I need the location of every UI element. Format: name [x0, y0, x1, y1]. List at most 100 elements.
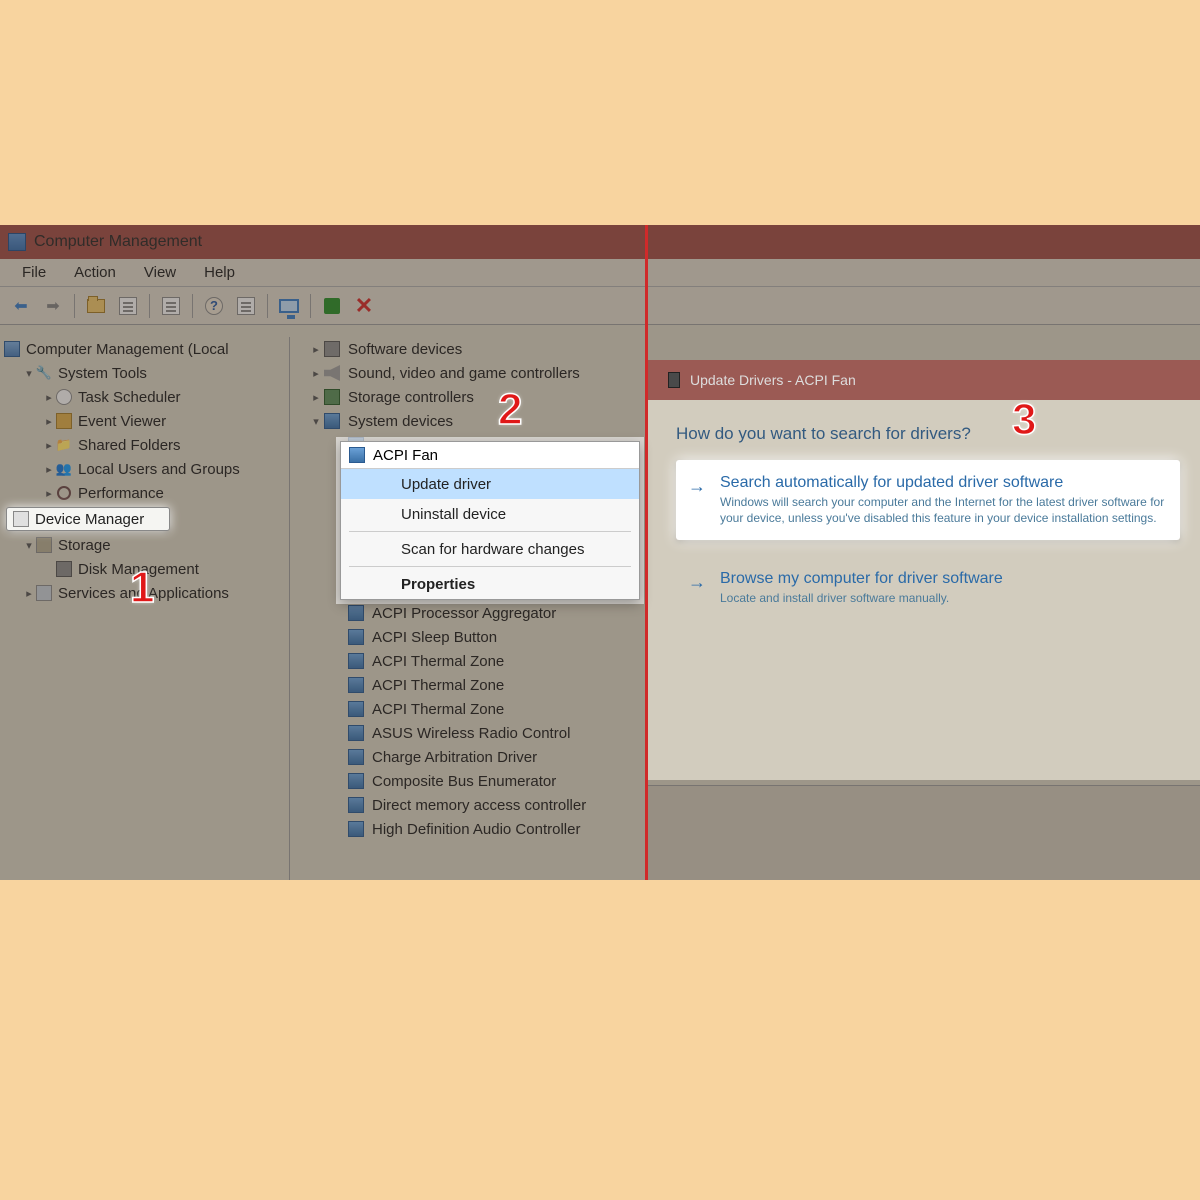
- tree-device-manager[interactable]: Device Manager: [6, 507, 170, 531]
- tree-local-users[interactable]: ▸ 👥 Local Users and Groups: [0, 457, 289, 481]
- device-item[interactable]: ACPI Thermal Zone: [290, 649, 645, 673]
- chip-icon: [324, 389, 340, 405]
- expand-icon: ▾: [22, 539, 36, 552]
- option-browse-computer[interactable]: → Browse my computer for driver software…: [676, 556, 1180, 620]
- performance-icon: [56, 485, 72, 501]
- arrow-icon: →: [688, 476, 706, 497]
- menu-action[interactable]: Action: [60, 264, 130, 281]
- category-label: System devices: [348, 413, 453, 430]
- option-description: Windows will search your computer and th…: [720, 494, 1166, 526]
- device-label: Direct memory access controller: [372, 797, 586, 814]
- tools-icon: 🔧: [36, 365, 52, 381]
- device-icon: [348, 701, 364, 717]
- window-button[interactable]: [233, 293, 259, 319]
- tree-label: Shared Folders: [78, 437, 181, 454]
- properties-button[interactable]: [115, 293, 141, 319]
- help-button[interactable]: ?: [201, 293, 227, 319]
- device-label: High Definition Audio Controller: [372, 821, 580, 838]
- device-item[interactable]: ACPI Thermal Zone: [290, 697, 645, 721]
- device-category-sound[interactable]: ▸ Sound, video and game controllers: [290, 361, 645, 385]
- tree-storage[interactable]: ▾ Storage: [0, 533, 289, 557]
- tree-root[interactable]: Computer Management (Local: [0, 337, 289, 361]
- device-item[interactable]: ASUS Wireless Radio Control: [290, 721, 645, 745]
- option-description: Locate and install driver software manua…: [720, 590, 1166, 606]
- device-category-system-devices[interactable]: ▾ System devices: [290, 409, 645, 433]
- update-driver-dialog-title: Update Drivers - ACPI Fan: [648, 360, 1200, 400]
- toolbar-separator: [267, 294, 268, 318]
- toolbar-separator: [310, 294, 311, 318]
- option-title: Browse my computer for driver software: [720, 570, 1166, 588]
- event-icon: [56, 413, 72, 429]
- tree-event-viewer[interactable]: ▸ Event Viewer: [0, 409, 289, 433]
- menu-view[interactable]: View: [130, 264, 190, 281]
- tree-system-tools[interactable]: ▾ 🔧 System Tools: [0, 361, 289, 385]
- toolbar: ⬅ ➡ ? ✕: [0, 287, 1200, 325]
- folder-icon: [87, 299, 105, 313]
- tree-label: Local Users and Groups: [78, 461, 240, 478]
- option-search-automatically[interactable]: → Search automatically for updated drive…: [676, 460, 1180, 540]
- expand-icon: ▸: [308, 391, 324, 404]
- tree-shared-folders[interactable]: ▸ 📁 Shared Folders: [0, 433, 289, 457]
- expand-icon: ▸: [308, 367, 324, 380]
- device-label: ACPI Processor Aggregator: [372, 605, 556, 622]
- device-item[interactable]: Composite Bus Enumerator: [290, 769, 645, 793]
- monitor-icon: [279, 299, 299, 313]
- tree-label: System Tools: [58, 365, 147, 382]
- device-category-storage-controllers[interactable]: ▸ Storage controllers: [290, 385, 645, 409]
- device-icon: [348, 605, 364, 621]
- device-icon: [348, 773, 364, 789]
- device-label: Charge Arbitration Driver: [372, 749, 537, 766]
- device-icon: [348, 749, 364, 765]
- ctx-scan-hardware[interactable]: Scan for hardware changes: [341, 534, 639, 564]
- menu-help[interactable]: Help: [190, 264, 249, 281]
- tree-task-scheduler[interactable]: ▸ Task Scheduler: [0, 385, 289, 409]
- toolbar-separator: [192, 294, 193, 318]
- device-item[interactable]: High Definition Audio Controller: [290, 817, 645, 841]
- ctx-label: Properties: [401, 576, 475, 593]
- device-label: ACPI Thermal Zone: [372, 701, 504, 718]
- tree-label: Task Scheduler: [78, 389, 181, 406]
- device-item[interactable]: ACPI Processor Aggregator: [290, 601, 645, 625]
- device-icon: [324, 341, 340, 357]
- device-icon: [348, 725, 364, 741]
- system-devices-icon: [324, 413, 340, 429]
- ctx-update-driver[interactable]: Update driver: [341, 469, 639, 499]
- ctx-properties[interactable]: Properties: [341, 569, 639, 599]
- device-item[interactable]: Charge Arbitration Driver: [290, 745, 645, 769]
- device-list-pane: ▸ Software devices ▸ Sound, video and ga…: [290, 337, 645, 880]
- annotation-step-1: 1: [130, 563, 154, 613]
- back-button[interactable]: ⬅: [8, 293, 34, 319]
- annotation-step-3: 3: [1012, 395, 1036, 445]
- selected-device-row[interactable]: ACPI Fan: [341, 442, 639, 468]
- disk-icon: [56, 561, 72, 577]
- device-item[interactable]: Direct memory access controller: [290, 793, 645, 817]
- ctx-uninstall-device[interactable]: Uninstall device: [341, 499, 639, 529]
- device-label: ASUS Wireless Radio Control: [372, 725, 570, 742]
- device-manager-icon: [13, 511, 29, 527]
- enable-icon: [324, 298, 340, 314]
- arrow-icon: →: [688, 572, 706, 593]
- properties-icon: [119, 297, 137, 315]
- menu-file[interactable]: File: [8, 264, 60, 281]
- device-item[interactable]: ACPI Thermal Zone: [290, 673, 645, 697]
- ctx-separator: [349, 531, 631, 532]
- selected-device-label: ACPI Fan: [373, 447, 438, 464]
- up-folder-button[interactable]: [83, 293, 109, 319]
- forward-button[interactable]: ➡: [40, 293, 66, 319]
- device-icon: [348, 797, 364, 813]
- window-icon: [237, 297, 255, 315]
- clock-icon: [56, 389, 72, 405]
- scan-hardware-button[interactable]: [276, 293, 302, 319]
- view-button[interactable]: [158, 293, 184, 319]
- enable-device-button[interactable]: [319, 293, 345, 319]
- dialog-icon: [668, 372, 680, 388]
- toolbar-separator: [74, 294, 75, 318]
- device-category-software[interactable]: ▸ Software devices: [290, 337, 645, 361]
- device-item[interactable]: ACPI Sleep Button: [290, 625, 645, 649]
- users-icon: 👥: [56, 461, 72, 477]
- device-icon: [348, 677, 364, 693]
- tree-performance[interactable]: ▸ Performance: [0, 481, 289, 505]
- help-icon: ?: [205, 297, 223, 315]
- ctx-label: Uninstall device: [401, 506, 506, 523]
- uninstall-device-button[interactable]: ✕: [351, 293, 377, 319]
